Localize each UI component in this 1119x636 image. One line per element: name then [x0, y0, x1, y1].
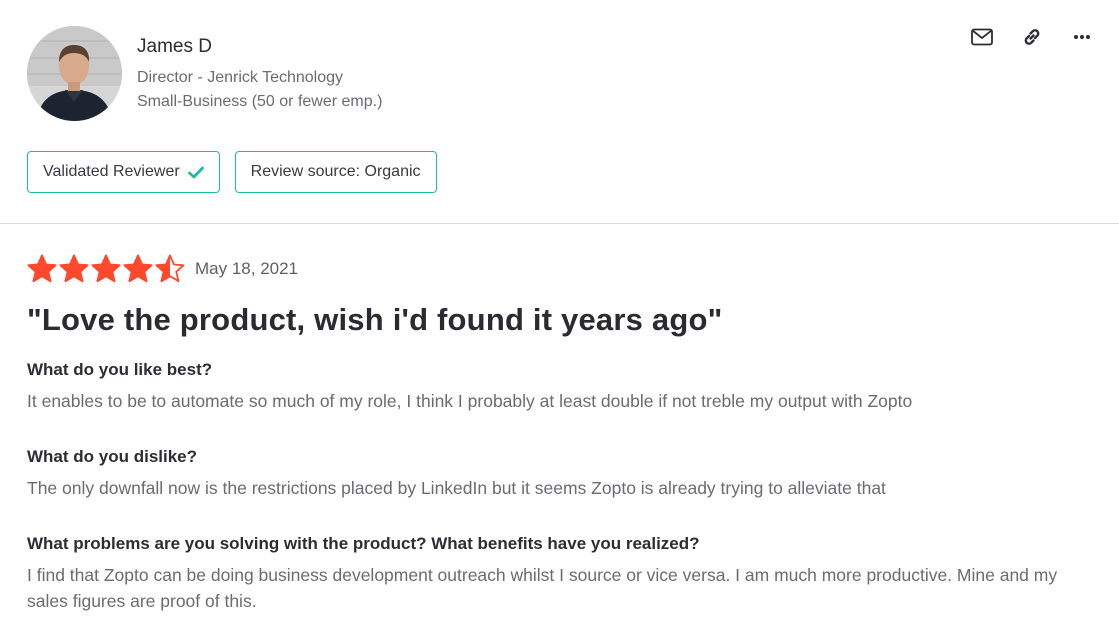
review-source-label: Review source: Organic: [250, 163, 421, 180]
avatar-photo: [27, 26, 122, 121]
validated-reviewer-label: Validated Reviewer: [43, 163, 180, 180]
review-title: "Love the product, wish i'd found it yea…: [27, 302, 723, 337]
validated-reviewer-badge[interactable]: Validated Reviewer: [27, 151, 220, 193]
reviewer-name[interactable]: James D: [137, 36, 212, 58]
review-body: May 18, 2021 "Love the product, wish i'd…: [27, 252, 1097, 614]
more-icon[interactable]: [1071, 26, 1093, 48]
star-full-icon: [91, 254, 121, 283]
reviewer-badges: Validated Reviewer Review source: Organi…: [27, 151, 437, 193]
star-full-icon: [27, 254, 57, 283]
link-icon[interactable]: [1021, 26, 1043, 48]
star-full-icon: [59, 254, 89, 283]
review-date: May 18, 2021: [195, 259, 299, 278]
star-half-icon: [155, 254, 185, 283]
answer: It enables to be to automate so much of …: [27, 391, 913, 411]
review-actions: [971, 26, 1093, 48]
reviewer-header: James D Director - Jenrick Technology Sm…: [0, 0, 1119, 224]
qa-item: What do you like best? It enables to be …: [27, 360, 1097, 414]
review-source-badge[interactable]: Review source: Organic: [234, 151, 437, 193]
star-rating: [27, 254, 185, 284]
answer: The only downfall now is the restriction…: [27, 478, 886, 498]
qa-item: What do you dislike? The only downfall n…: [27, 447, 1097, 501]
checkmark-icon: [187, 166, 204, 178]
star-full-icon: [123, 254, 153, 283]
reviewer-title: Director - Jenrick Technology: [137, 69, 344, 86]
question: What do you like best?: [27, 360, 213, 379]
avatar[interactable]: [27, 26, 122, 121]
company-size: Small-Business (50 or fewer emp.): [137, 93, 383, 110]
rating-row: May 18, 2021: [27, 252, 1097, 286]
qa-item: What problems are you solving with the p…: [27, 534, 1097, 614]
question: What problems are you solving with the p…: [27, 534, 700, 553]
question: What do you dislike?: [27, 447, 198, 466]
answer: I find that Zopto can be doing business …: [27, 565, 1058, 611]
mail-icon[interactable]: [971, 26, 993, 48]
